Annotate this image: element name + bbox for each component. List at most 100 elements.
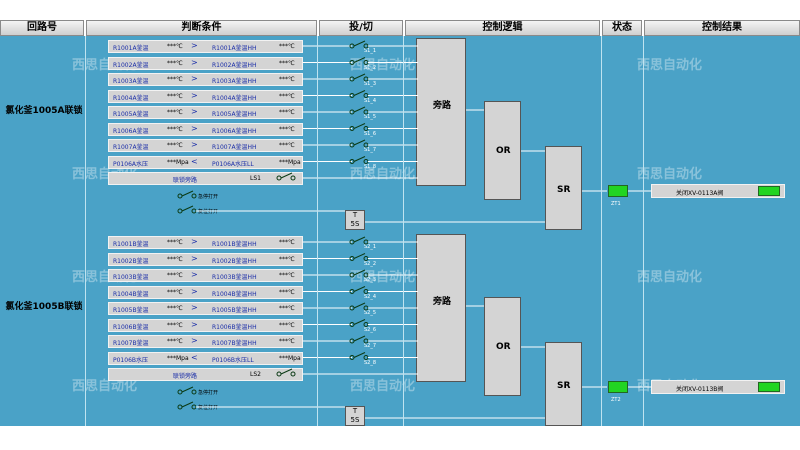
condition-source: R1007B釜温 (113, 340, 149, 347)
comparison-operator: > (191, 303, 198, 312)
switch-tag: S1_3 (364, 81, 377, 87)
condition-source: P0106A水压 (113, 160, 148, 168)
condition-source: R1007A釜温 (113, 144, 149, 151)
control-result[interactable]: 关闭XV-0113A阀 (651, 184, 785, 198)
bypass-row[interactable]: 联锁旁路 LS1 (108, 172, 303, 185)
condition-source-value: ***℃ (167, 43, 183, 50)
condition-limit: R1002B釜温HH (212, 257, 257, 265)
condition-source: R1002A釜温 (113, 61, 149, 69)
condition-source-value: ***℃ (167, 125, 183, 133)
condition-source-value: ***℃ (167, 305, 183, 312)
condition-source-value: ***℃ (167, 92, 183, 100)
condition-source: R1001A釜温 (113, 45, 149, 52)
delay-timer: T 5S (345, 210, 365, 230)
condition-limit: R1004B釜温HH (212, 290, 257, 298)
condition-source-value: ***℃ (167, 142, 183, 149)
condition-source: R1005A釜温 (113, 111, 149, 118)
condition-row: R1006B釜温 ***℃ > R1006B釜温HH ***℃ (108, 318, 303, 332)
condition-row: R1004B釜温 ***℃ > R1004B釜温HH ***℃ (108, 285, 303, 299)
condition-source-value: ***℃ (167, 239, 183, 246)
comparison-operator: > (191, 57, 198, 67)
switch-tag: S2_1 (364, 244, 377, 250)
watermark-text: 西思自动化 (637, 270, 703, 285)
condition-source: R1006A釜温 (113, 127, 149, 135)
bypass-block (416, 234, 466, 382)
condition-source-value: ***℃ (167, 59, 183, 67)
comparison-operator: < (191, 352, 198, 362)
delay-timer: T 5S (345, 406, 365, 426)
condition-row: R1004A釜温 ***℃ > R1004A釜温HH ***℃ (108, 89, 303, 103)
condition-row: R1005B釜温 ***℃ > R1005B釜温HH ***℃ (108, 302, 303, 315)
switch-tag: S2_4 (364, 293, 377, 300)
column-divider (317, 36, 318, 426)
manual-open-label: 急停打开 (198, 390, 219, 396)
switch-tag: S2_8 (364, 359, 377, 366)
condition-row: R1003B釜温 ***℃ > R1003B釜温HH ***℃ (108, 269, 303, 282)
condition-limit: R1007B釜温HH (212, 340, 257, 347)
comparison-operator: > (191, 74, 198, 83)
bypass-label: 联锁旁路 (173, 373, 198, 380)
condition-limit-value: ***℃ (279, 239, 295, 246)
condition-row: P0106B水压 ***Mpa < P0106B水压LL ***Mpa (108, 351, 303, 365)
interlock-screen: 回路号 判断条件 投/切 控制逻辑 状态 控制结果 西思自动化 西思自动化 西思自动化 西思自动… (0, 0, 800, 450)
condition-row: R1001A釜温 ***℃ > R1001A釜温HH ***℃ (108, 40, 303, 53)
control-result[interactable]: 关闭XV-0113B阀 (651, 380, 785, 394)
column-divider (643, 36, 644, 426)
condition-limit: R1005A釜温HH (212, 111, 257, 118)
status-tag: ZT1 (611, 201, 621, 207)
bypass-block-label: 旁路 (433, 101, 452, 111)
watermark-text: 西思自动化 (637, 58, 703, 73)
comparison-operator: > (191, 237, 198, 246)
condition-source-value: ***℃ (167, 288, 183, 296)
timer-value: 5S (350, 416, 360, 424)
header-1: 判断条件 (86, 20, 317, 36)
condition-limit-value: ***℃ (279, 43, 295, 50)
condition-limit-value: ***℃ (279, 142, 295, 149)
condition-source-value: ***℃ (167, 338, 183, 345)
condition-row: R1006A釜温 ***℃ > R1006A釜温HH ***℃ (108, 122, 303, 136)
condition-source-value: ***℃ (167, 109, 183, 116)
watermark-text: 西思自动化 (350, 379, 416, 394)
switch-tag: S1_2 (364, 64, 377, 71)
watermark-text: 西思自动化 (637, 167, 703, 182)
result-text: 关闭XV-0113A阀 (676, 190, 724, 197)
bypass-label: 联锁旁路 (173, 177, 198, 184)
condition-row: R1005A釜温 ***℃ > R1005A釜温HH ***℃ (108, 106, 303, 119)
condition-limit-value: ***℃ (279, 125, 295, 133)
comparison-operator: > (191, 107, 198, 116)
or-block-label: OR (496, 342, 511, 352)
or-block-label: OR (496, 146, 511, 156)
bypass-tag: LS1 (250, 175, 261, 182)
condition-limit: R1001B釜温HH (212, 241, 257, 248)
sr-block-label: SR (557, 185, 571, 195)
condition-source: R1003B釜温 (113, 274, 149, 281)
condition-limit-value: ***℃ (279, 321, 295, 329)
condition-limit: R1003B釜温HH (212, 274, 257, 281)
bypass-block-label: 旁路 (433, 297, 452, 307)
switch-tag: S2_2 (364, 260, 377, 267)
condition-row: R1007B釜温 ***℃ > R1007B釜温HH ***℃ (108, 335, 303, 348)
condition-limit: R1007A釜温HH (212, 144, 257, 151)
status-tag: ZT2 (611, 397, 621, 403)
condition-limit-value: ***℃ (279, 92, 295, 100)
condition-row: R1003A釜温 ***℃ > R1003A釜温HH ***℃ (108, 73, 303, 86)
header-2: 投/切 (319, 20, 403, 36)
condition-source: R1003A釜温 (113, 78, 149, 85)
comparison-operator: > (191, 286, 198, 296)
result-text: 关闭XV-0113B阀 (676, 386, 724, 393)
comparison-operator: < (191, 156, 198, 166)
timer-value: 5S (350, 220, 360, 228)
header-3: 控制逻辑 (405, 20, 600, 36)
condition-limit-value: ***℃ (279, 338, 295, 345)
bypass-row[interactable]: 联锁旁路 LS2 (108, 368, 303, 381)
column-divider (403, 36, 404, 426)
comparison-operator: > (191, 270, 198, 279)
condition-source: R1001B釜温 (113, 241, 149, 248)
condition-limit-value: ***℃ (279, 255, 295, 263)
condition-limit-value: ***℃ (279, 59, 295, 67)
status-lamp (608, 381, 628, 393)
condition-source: R1004A釜温 (113, 94, 149, 102)
manual-reset-label: 复位打开 (198, 209, 219, 215)
column-divider (601, 36, 602, 426)
switch-tag: S1_8 (364, 163, 377, 170)
